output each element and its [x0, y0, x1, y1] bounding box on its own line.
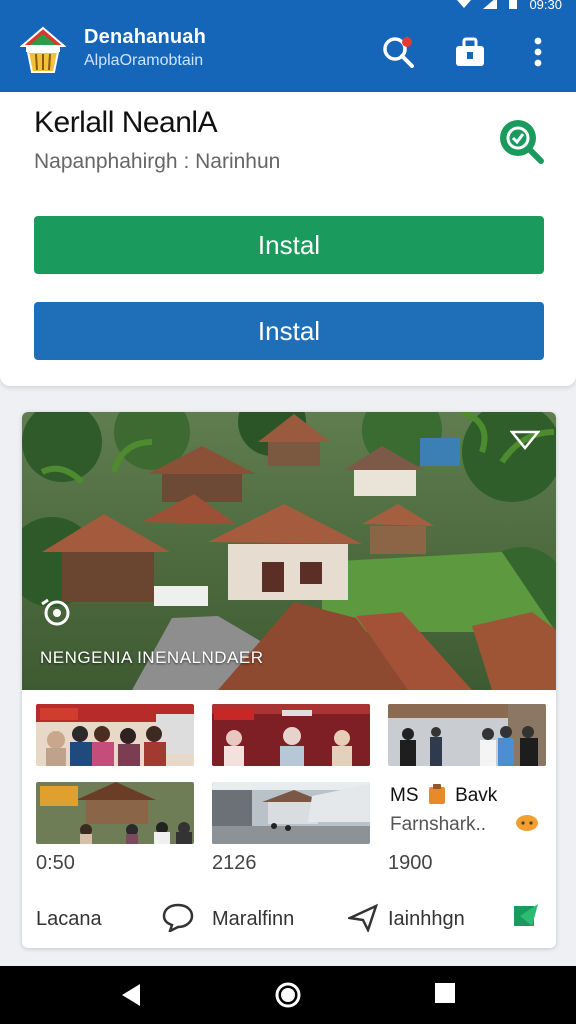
emoji-icon: [516, 814, 538, 837]
feature-card: NENGENIA INENALNDAER MS Bavk Farnshark..…: [22, 412, 556, 948]
share-icon[interactable]: [345, 902, 379, 937]
bag-button[interactable]: [450, 34, 490, 74]
hero-image[interactable]: NENGENIA INENALNDAER: [22, 412, 556, 690]
thumbnail-4[interactable]: [36, 782, 194, 844]
system-nav-bar: [0, 966, 576, 1024]
bag-icon: [453, 35, 487, 74]
favorite-icon[interactable]: [509, 426, 541, 455]
thumbnail-3[interactable]: [388, 704, 546, 766]
more-button[interactable]: [518, 34, 558, 74]
search-button[interactable]: [378, 34, 418, 74]
send-icon[interactable]: [512, 902, 540, 935]
gallery-icon[interactable]: [40, 598, 74, 633]
thumbnail-2[interactable]: [212, 704, 370, 766]
footer-item-3[interactable]: Iainhhgn: [388, 908, 465, 931]
verified-search-icon[interactable]: [496, 116, 546, 166]
app-subtitle: AlplaOramobtain: [84, 52, 204, 69]
app-developer: Napanphahirgh : Narinhun: [34, 150, 281, 173]
back-icon[interactable]: [118, 980, 148, 1010]
stat-value-1: 0:50: [36, 852, 75, 874]
app-bar: Denahanuah AlplaOramobtain: [0, 14, 576, 92]
app-name: Kerlall NeanlA: [34, 106, 218, 139]
comment-icon[interactable]: [162, 902, 194, 937]
stat-value-3: 1900: [388, 852, 433, 874]
install-button-secondary[interactable]: Instal: [34, 302, 544, 360]
home-icon[interactable]: [273, 980, 303, 1010]
battery-icon: [509, 0, 518, 12]
recents-icon[interactable]: [432, 980, 462, 1010]
status-bar: 09:30: [0, 0, 576, 14]
footer-item-2[interactable]: Maralfinn: [212, 908, 294, 931]
hero-caption: NENGENIA INENALNDAER: [40, 648, 264, 667]
more-vert-icon: [534, 37, 542, 72]
app-info-card: Kerlall NeanlA Napanphahirgh : Narinhun …: [0, 92, 576, 386]
thumbnail-1[interactable]: [36, 704, 194, 766]
app-title: Denahanuah: [84, 26, 207, 48]
clipboard-icon: [428, 784, 446, 810]
wifi-icon: [457, 0, 472, 12]
signal-icon: [483, 0, 498, 12]
status-time: 09:30: [529, 0, 562, 12]
install-button-primary[interactable]: Instal: [34, 216, 544, 274]
side-item-title[interactable]: MS Bavk: [390, 784, 497, 810]
side-item-subtitle: Farnshark..: [390, 814, 487, 835]
stat-value-2: 2126: [212, 852, 257, 874]
footer-item-1[interactable]: Lacana: [36, 908, 102, 931]
search-icon: [381, 35, 415, 74]
app-logo: [19, 26, 67, 76]
thumbnail-5[interactable]: [212, 782, 370, 844]
